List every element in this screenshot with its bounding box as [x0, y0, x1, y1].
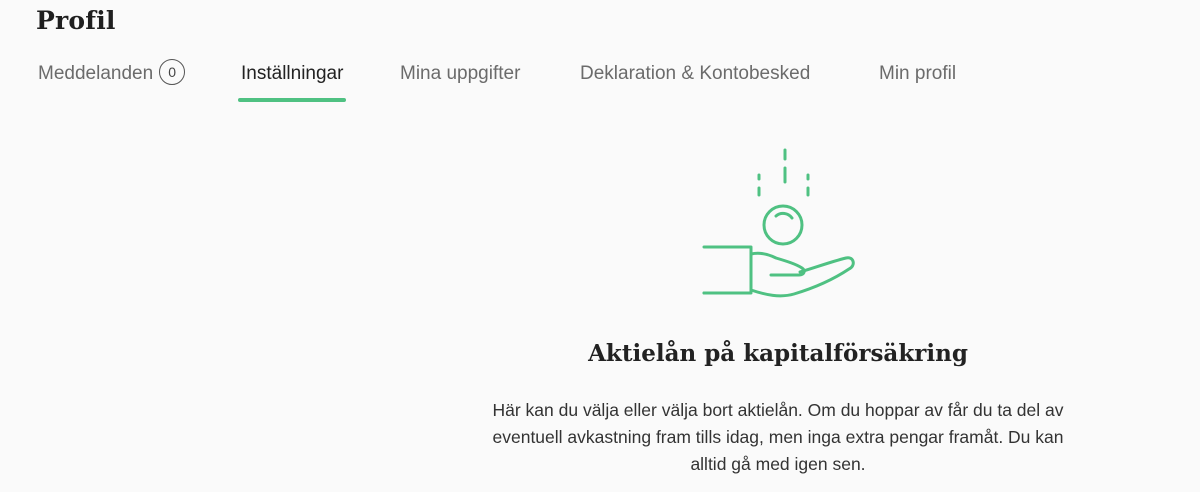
tab-min-profil[interactable]: Min profil — [879, 54, 956, 104]
profile-tabs: Meddelanden 0 Inställningar Mina uppgifte… — [0, 54, 1200, 104]
tab-label: Inställningar — [241, 63, 344, 84]
tab-label: Deklaration & Kontobesked — [580, 63, 811, 84]
tab-mina-uppgifter[interactable]: Mina uppgifter — [400, 54, 520, 104]
profile-page: Profil Meddelanden 0 Inställningar Mina u… — [0, 0, 1200, 492]
page-title: Profil — [36, 6, 116, 35]
tab-meddelanden[interactable]: Meddelanden 0 — [38, 54, 186, 104]
active-tab-indicator — [238, 98, 347, 102]
tab-installningar[interactable]: Inställningar — [238, 54, 347, 104]
tab-label: Mina uppgifter — [400, 63, 521, 84]
section-heading: Aktielån på kapitalförsäkring — [588, 340, 968, 367]
notification-count-badge: 0 — [159, 59, 186, 85]
tab-label: Meddelanden — [38, 63, 154, 84]
hand-with-falling-coin-icon — [702, 148, 855, 298]
tab-deklaration-kontobesked[interactable]: Deklaration & Kontobesked — [580, 54, 810, 104]
tab-label: Min profil — [879, 63, 957, 84]
section-description: Här kan du välja eller välja bort aktiel… — [492, 400, 1064, 474]
